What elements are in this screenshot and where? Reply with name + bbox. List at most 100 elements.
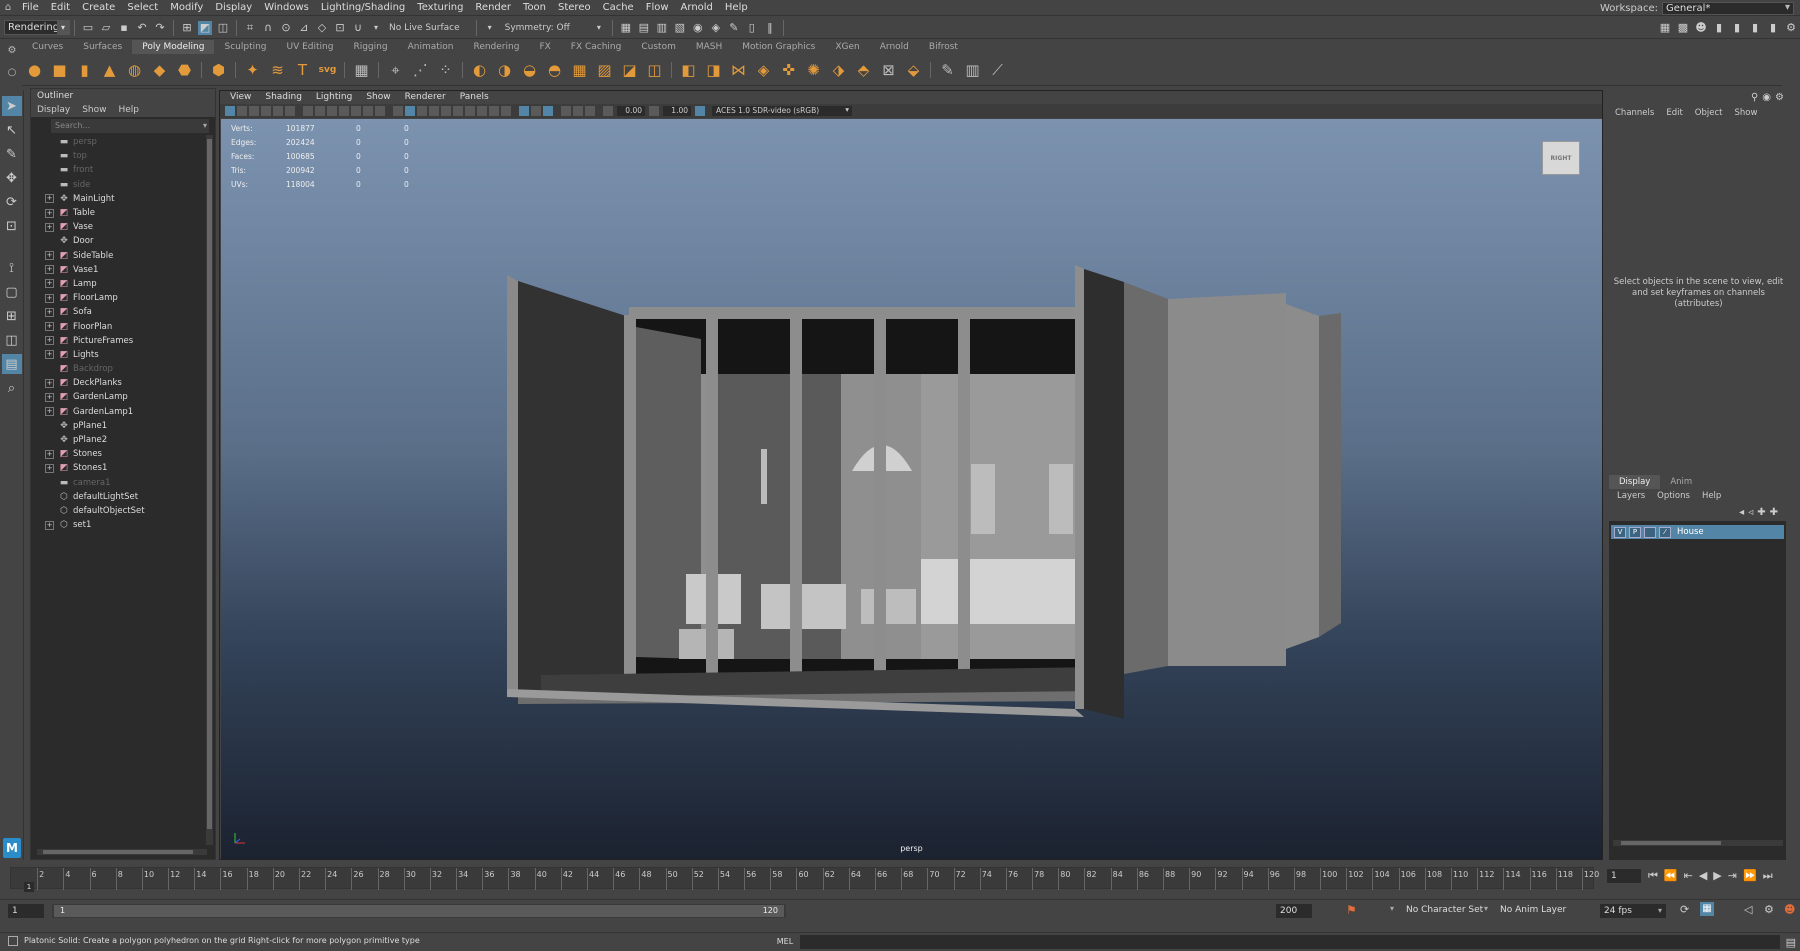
outliner-item[interactable]: + ◩ Stones (31, 447, 207, 461)
snap-point-icon[interactable]: ⊙ (279, 21, 293, 35)
outliner-vscrollbar[interactable] (206, 135, 213, 845)
toggle-panel-icon[interactable]: ▮ (1766, 21, 1780, 35)
menu-texturing[interactable]: Texturing (411, 0, 469, 16)
move-tool-icon[interactable]: ✥ (2, 168, 22, 188)
sound-icon[interactable]: ◁ (1744, 903, 1752, 916)
layout-icon[interactable]: ▦ (1658, 21, 1672, 35)
menu-toon[interactable]: Toon (517, 0, 552, 16)
expand-icon[interactable]: + (45, 194, 54, 204)
single-view-icon[interactable]: ▢ (2, 282, 22, 302)
shelf-tab-mash[interactable]: MASH (686, 40, 732, 54)
outliner-item[interactable]: ▬ side (31, 178, 207, 192)
grid-layout-icon[interactable]: ▩ (1676, 21, 1690, 35)
expand-icon[interactable]: + (45, 378, 54, 388)
anim-prefs-icon[interactable]: ⚙ (1764, 903, 1774, 916)
camera-attributes-icon[interactable] (237, 106, 247, 116)
uv-shell-icon[interactable]: ▥ (963, 60, 983, 80)
poly-disc-icon[interactable]: ⬣ (175, 60, 195, 80)
outliner-item[interactable]: + ◩ GardenLamp (31, 390, 207, 404)
xray-icon[interactable] (531, 106, 541, 116)
go-to-end-icon[interactable]: ⏭ (1763, 869, 1773, 883)
safe-action-icon[interactable] (363, 106, 373, 116)
outliner-item[interactable]: + ◩ FloorPlan (31, 319, 207, 333)
uv-editor-icon[interactable]: ▦ (352, 60, 372, 80)
exposure-icon[interactable] (603, 106, 613, 116)
outliner-item[interactable]: + ⬡ set1 (31, 518, 207, 532)
anti-aliasing-icon[interactable] (489, 106, 499, 116)
extract-icon[interactable]: ◒ (520, 60, 540, 80)
collapse-icon[interactable]: ⬘ (854, 60, 874, 80)
quadrangulate-icon[interactable]: ⬙ (904, 60, 924, 80)
poly-cylinder-icon[interactable]: ▮ (75, 60, 95, 80)
textured-icon[interactable] (429, 106, 439, 116)
menu-modify[interactable]: Modify (164, 0, 209, 16)
triangulate-icon[interactable]: ⊠ (879, 60, 899, 80)
use-all-lights-icon[interactable] (441, 106, 451, 116)
move-layer-up-icon[interactable]: ◂ (1739, 507, 1744, 518)
viewport-menu-view[interactable]: View (224, 91, 257, 104)
range-slider-thumb[interactable]: 1 120 (54, 905, 784, 917)
new-scene-icon[interactable]: ▭ (81, 21, 95, 35)
outliner-search-input[interactable]: Search... (51, 119, 209, 133)
outliner-item[interactable]: + ◩ Sofa (31, 305, 207, 319)
command-language-label[interactable]: MEL (770, 933, 800, 951)
wireframe-icon[interactable] (393, 106, 403, 116)
snap-view-icon[interactable]: ⊿ (297, 21, 311, 35)
expand-icon[interactable]: + (45, 336, 54, 346)
extrude-icon[interactable]: ◫ (645, 60, 665, 80)
side-by-side-icon[interactable]: ◫ (2, 330, 22, 350)
scroll-thumb[interactable] (207, 139, 212, 829)
shelf-tab-arnold[interactable]: Arnold (870, 40, 919, 54)
info-icon[interactable]: ◉ (1762, 92, 1771, 103)
3d-scene-view[interactable]: Verts: 101877 0 0 Edges: 202424 0 0 Faces: 100685… (221, 119, 1602, 859)
select-object-icon[interactable]: ◩ (198, 20, 212, 35)
wireframe-on-shaded-icon[interactable] (417, 106, 427, 116)
select-component-icon[interactable]: ◫ (216, 21, 230, 35)
type-tool-icon[interactable]: T (293, 60, 313, 80)
key-ticks-icon[interactable]: ▦ (1700, 902, 1714, 916)
poly-cube-icon[interactable]: ■ (50, 60, 70, 80)
step-forward-icon[interactable]: ⏩ (1743, 869, 1757, 883)
exposure-field[interactable]: 0.00 (617, 106, 645, 116)
layer-menu-options[interactable]: Options (1657, 489, 1690, 503)
chevron-down-icon[interactable]: ▾ (592, 21, 606, 35)
construction-history-icon[interactable]: ▦ (619, 21, 633, 35)
settings-icon[interactable]: ⚙ (1775, 92, 1784, 103)
outliner-item[interactable]: ✥ Door (31, 234, 207, 248)
layer-menu-layers[interactable]: Layers (1617, 489, 1645, 503)
poly-sphere-icon[interactable]: ● (25, 60, 45, 80)
four-view-icon[interactable]: ⊞ (2, 306, 22, 326)
edge-loop-icon[interactable]: ◨ (704, 60, 724, 80)
render-view-icon[interactable]: ▤ (637, 21, 651, 35)
menu-cache[interactable]: Cache (597, 0, 640, 16)
gamma-field[interactable]: 1.00 (663, 106, 691, 116)
shelf-options-icon[interactable]: ⚙ ○ (4, 40, 20, 86)
menu-lighting-shading[interactable]: Lighting/Shading (315, 0, 411, 16)
view-transform-dropdown[interactable]: ACES 1.0 SDR-video (sRGB) (712, 105, 852, 116)
last-tool-icon[interactable]: ⟟ (2, 258, 22, 278)
fill-hole-icon[interactable]: ◓ (545, 60, 565, 80)
expand-icon[interactable]: + (45, 222, 54, 232)
shelf-tab-uv-editing[interactable]: UV Editing (277, 40, 344, 54)
outliner-item[interactable]: ▬ front (31, 163, 207, 177)
poly-cone-icon[interactable]: ▲ (100, 60, 120, 80)
step-back-key-icon[interactable]: ⇤ (1684, 869, 1693, 883)
layer-menu-help[interactable]: Help (1702, 489, 1721, 503)
expand-icon[interactable]: + (45, 322, 54, 332)
play-forward-icon[interactable]: ▶ (1713, 869, 1721, 883)
loop-icon[interactable]: ⟳ (1680, 903, 1689, 916)
outliner-item[interactable]: + ◩ SideTable (31, 249, 207, 263)
target-weld-icon[interactable]: ✜ (779, 60, 799, 80)
outliner-item[interactable]: + ◩ Lamp (31, 277, 207, 291)
layer-visibility-toggle[interactable]: V (1614, 526, 1626, 538)
step-back-icon[interactable]: ⏪ (1664, 869, 1678, 883)
viewport-menu-renderer[interactable]: Renderer (399, 91, 452, 104)
layer-tab-display[interactable]: Display (1609, 475, 1661, 489)
expand-icon[interactable]: + (45, 463, 54, 473)
bookmark-icon[interactable] (249, 106, 259, 116)
backface-culling-icon[interactable] (573, 106, 583, 116)
color-management-icon[interactable] (695, 106, 705, 116)
outliner-item[interactable]: ▬ top (31, 149, 207, 163)
expand-icon[interactable]: + (45, 208, 54, 218)
scroll-thumb[interactable] (43, 850, 193, 854)
